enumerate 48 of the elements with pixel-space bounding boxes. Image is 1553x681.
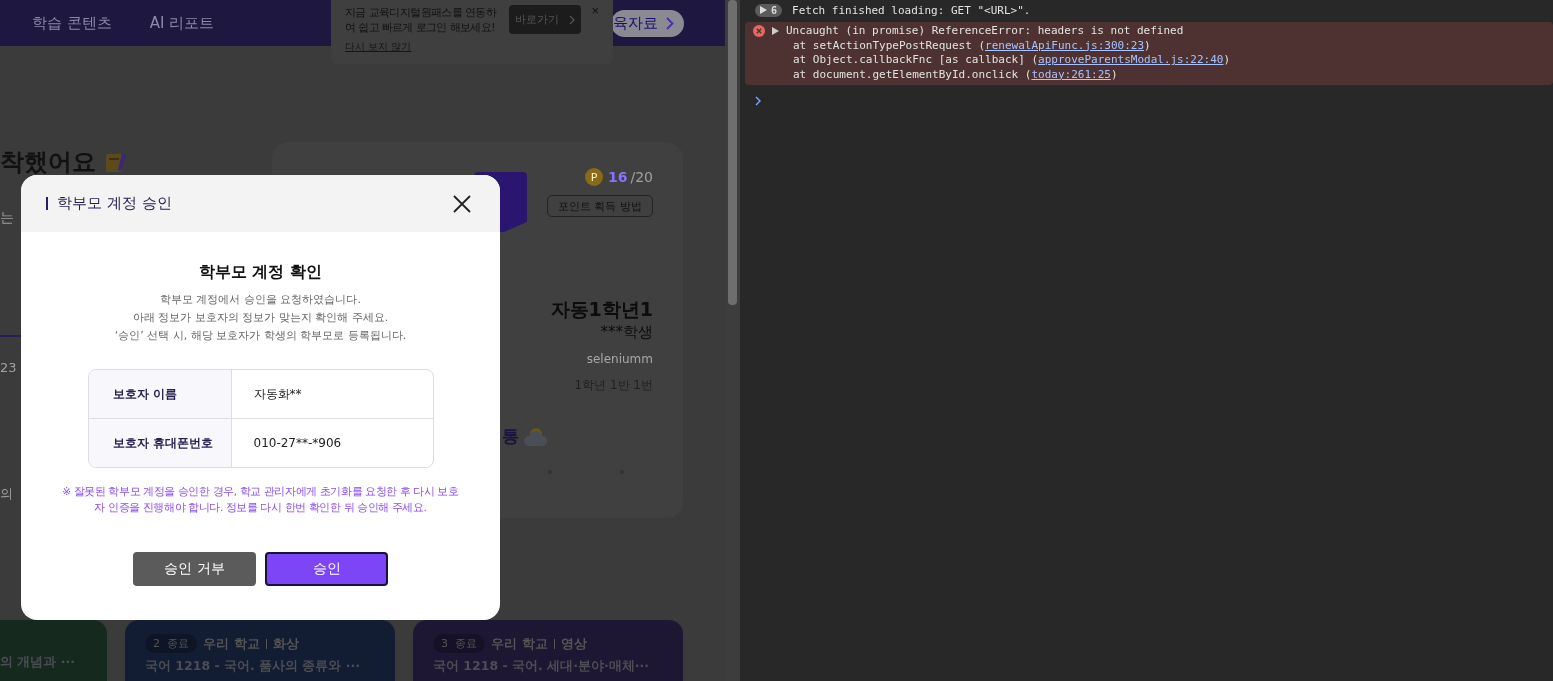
description-line: 아래 정보가 보호자의 정보가 맞는지 확인해 주세요.: [132, 310, 389, 326]
lesson-mode: 영상: [560, 634, 587, 653]
console-message: Fetch finished loading: GET "<URL>".: [792, 3, 1031, 17]
chevron-icon: [569, 14, 576, 25]
scrollbar[interactable]: [728, 0, 737, 305]
source-link[interactable]: renewalApiFunc.js:300:23: [985, 38, 1144, 52]
subtitle-text: 는: [0, 209, 14, 227]
dialog-title: 학부모 계정 승인: [57, 194, 172, 213]
status-badge: 2 종료: [145, 634, 197, 653]
lesson-source: 우리 학교: [491, 634, 548, 653]
table-cell-text: 010-27**-*906: [252, 435, 342, 452]
status-badge: 3 종료: [433, 634, 485, 653]
user-id: seleniumm: [586, 352, 653, 366]
date-text: 23: [0, 360, 17, 375]
console-prompt-icon[interactable]: [755, 96, 762, 106]
lesson-title: 의 개념과 ···: [0, 654, 76, 671]
approve-button[interactable]: 승인: [265, 552, 388, 586]
points-value: 16: [608, 169, 628, 185]
reject-button[interactable]: 승인 거부: [133, 552, 256, 586]
error-text: Uncaught (in promise) ReferenceError: headers is not defined: [786, 24, 1184, 39]
table-header-cell: 보호자 휴대폰번호: [88, 419, 232, 467]
message-count-badge[interactable]: 6: [755, 3, 783, 17]
dialog-heading: 학부모 계정 확인: [199, 262, 322, 283]
lesson-title: 국어 1218 - 국어. 품사의 종류와 ···: [145, 658, 362, 675]
expand-triangle-icon[interactable]: [772, 27, 779, 36]
notice-text: ※ 잘못된 학부모 계정을 승인한 경우, 학교 관리자에게 초기화를 요청한 후 다시 보호자 인증을 진행해야 합니다. 정보를 다시 한번 확인한 뒤 승인해 주세요.: [61, 484, 460, 515]
source-link[interactable]: approveParentsModal.js:22:40: [1038, 53, 1224, 66]
stack-trace-line: at Object.callbackFnc [as callback] (approveParentsModal.js:22:40): [792, 53, 1232, 68]
description-line: ‘승인’ 선택 시, 해당 보호자가 학생의 학부모로 등록됩니다.: [114, 328, 407, 344]
points-total: /20: [630, 169, 653, 185]
description-line: 학부모 계정에서 승인을 요청하였습니다.: [160, 292, 361, 308]
table-header-cell: 보호자 이름: [88, 370, 232, 418]
error-icon: [753, 25, 765, 38]
stack-trace-line: at setActionTypePostRequest (renewalApiFunc.js:300:23): [792, 38, 1152, 53]
stack-trace-line: at document.getElementById.onclick (today:261:25): [792, 67, 1119, 82]
resources-button[interactable]: 육자료: [611, 9, 684, 37]
lesson-source: 우리 학교: [203, 634, 260, 653]
table-cell-text: 자동화**: [252, 385, 302, 403]
chevron-icon: [666, 16, 674, 30]
nav-link[interactable]: 학습 콘텐츠: [32, 13, 112, 33]
notebook-icon: [104, 151, 128, 173]
task-text: 의: [0, 485, 13, 503]
point-coin-icon: P: [585, 168, 603, 186]
close-icon[interactable]: [453, 194, 471, 213]
nav-link[interactable]: AI 리포트: [149, 13, 215, 33]
source-link[interactable]: today:261:25: [1031, 67, 1111, 81]
lesson-mode: 화상: [272, 634, 299, 653]
play-icon: [760, 6, 767, 14]
